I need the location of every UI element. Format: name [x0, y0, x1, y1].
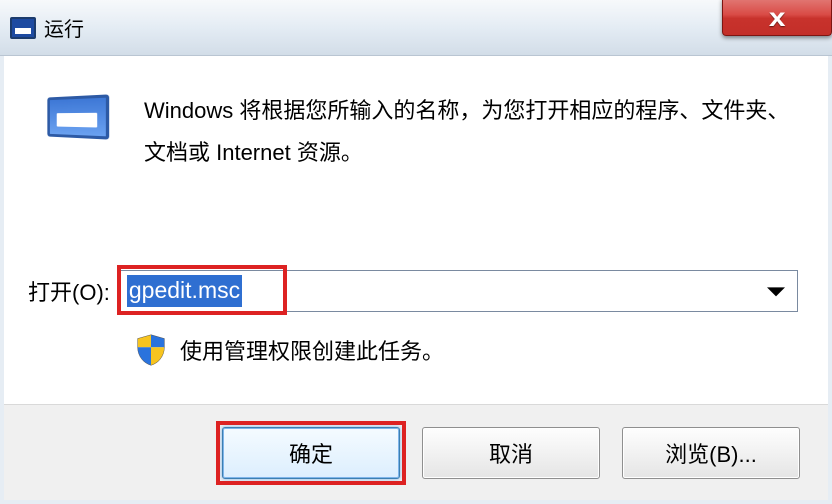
window-title: 运行: [44, 13, 84, 42]
run-sys-icon: [10, 17, 36, 39]
shield-icon: [136, 334, 166, 366]
client-area: Windows 将根据您所输入的名称，为您打开相应的程序、文件夹、文档或 Int…: [0, 56, 832, 504]
open-row: 打开(O): gpedit.msc: [28, 270, 798, 312]
open-label: 打开(O):: [28, 275, 110, 307]
open-combobox[interactable]: gpedit.msc: [120, 270, 798, 312]
chevron-down-icon[interactable]: [767, 287, 785, 296]
titlebar: 运行 x: [0, 0, 832, 56]
ok-button-wrapper: 确定: [222, 427, 400, 479]
description-text: Windows 将根据您所输入的名称，为您打开相应的程序、文件夹、文档或 Int…: [144, 90, 798, 174]
open-input-value[interactable]: gpedit.msc: [127, 275, 242, 307]
close-icon: x: [769, 4, 786, 30]
close-button[interactable]: x: [722, 0, 832, 36]
browse-button[interactable]: 浏览(B)...: [622, 427, 800, 479]
run-icon: [42, 90, 114, 144]
ok-button[interactable]: 确定: [222, 427, 400, 479]
info-row: Windows 将根据您所输入的名称，为您打开相应的程序、文件夹、文档或 Int…: [42, 90, 798, 174]
cancel-button[interactable]: 取消: [422, 427, 600, 479]
admin-note-text: 使用管理权限创建此任务。: [180, 334, 444, 366]
admin-note-row: 使用管理权限创建此任务。: [136, 334, 444, 366]
footer: 确定 取消 浏览(B)...: [4, 404, 828, 500]
